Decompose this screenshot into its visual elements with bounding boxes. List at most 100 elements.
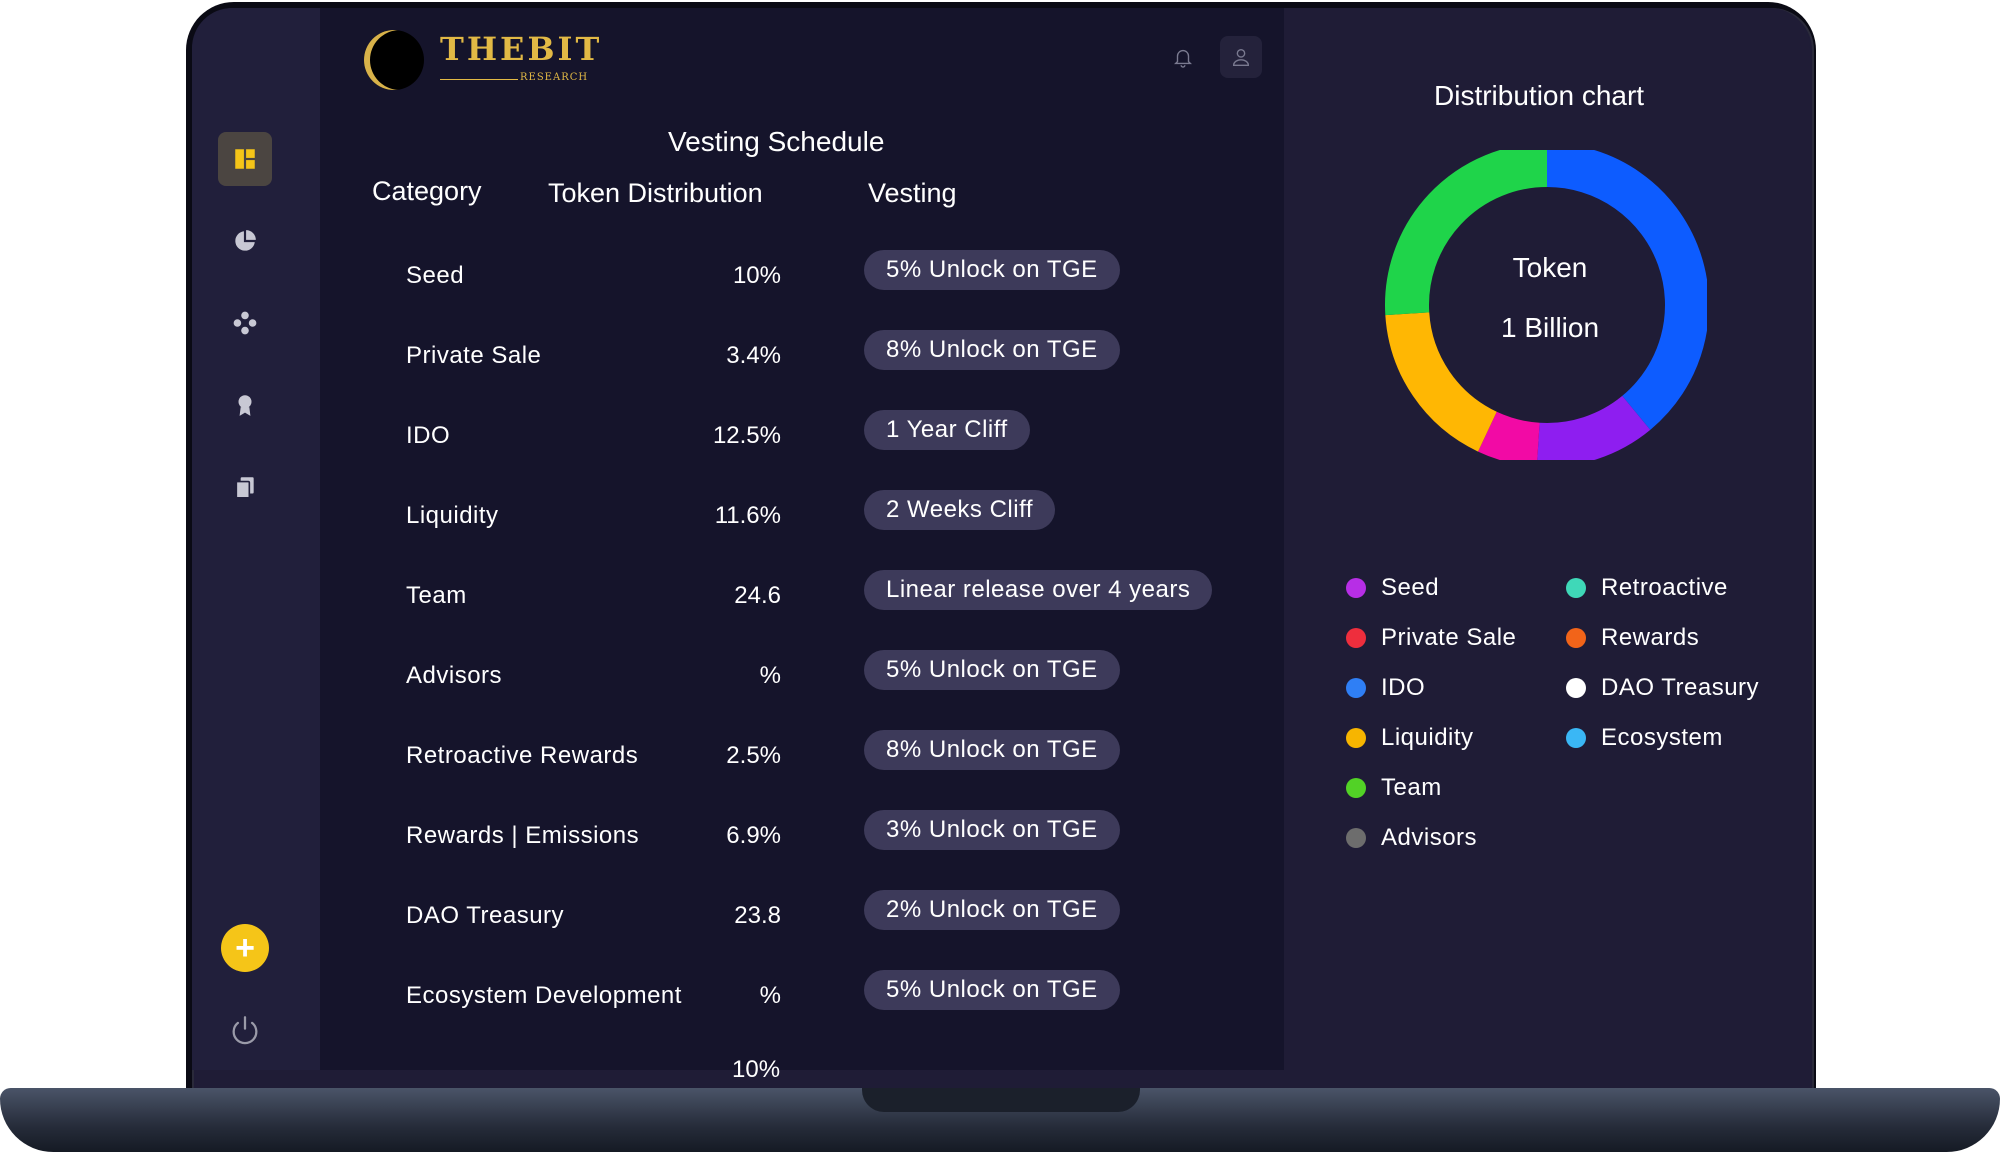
donut-slice-seed <box>1537 395 1651 460</box>
legend-swatch <box>1346 628 1366 648</box>
row-percentage: 3.4% <box>726 342 781 369</box>
legend-swatch <box>1346 728 1366 748</box>
vesting-badge[interactable]: 8% Unlock on TGE <box>864 330 1120 370</box>
legend-item: DAO Treasury <box>1566 674 1759 702</box>
vesting-badge[interactable]: 5% Unlock on TGE <box>864 970 1120 1010</box>
table-row: Retroactive Rewards 2.5% 8% Unlock on TGE <box>406 730 1206 776</box>
legend-item: Seed <box>1346 574 1439 602</box>
donut-center-value: 1 Billion <box>1500 312 1600 343</box>
nav-documents[interactable] <box>218 460 272 514</box>
col-vesting: Vesting <box>868 178 957 208</box>
brand-logo-icon[interactable] <box>364 30 424 90</box>
legend-item: Team <box>1346 774 1442 802</box>
nav-analytics[interactable] <box>218 214 272 268</box>
legend-label: Team <box>1381 774 1442 801</box>
row-percentage: 24.6 <box>734 582 781 609</box>
table-row: DAO Treasury 23.8 2% Unlock on TGE <box>406 890 1206 936</box>
pie-chart-icon <box>235 230 256 251</box>
row-percentage: 6.9% <box>726 822 781 849</box>
legend-swatch <box>1566 678 1586 698</box>
row-percentage: 11.6% <box>714 502 781 529</box>
legend-label: Liquidity <box>1381 724 1474 751</box>
dashboard-icon <box>235 149 255 169</box>
row-category: IDO <box>406 422 451 449</box>
vesting-badge[interactable]: 3% Unlock on TGE <box>864 810 1120 850</box>
row-percentage: % <box>759 982 781 1009</box>
vesting-badge[interactable]: 1 Year Cliff <box>864 410 1030 450</box>
legend-item: Liquidity <box>1346 724 1474 752</box>
brand-name: THEBIT <box>440 30 603 68</box>
row-percentage: 12.5% <box>712 422 781 449</box>
legend-label: DAO Treasury <box>1601 674 1760 701</box>
legend-swatch <box>1346 678 1366 698</box>
table-row: Private Sale 3.4% 8% Unlock on TGE <box>406 330 1206 376</box>
distribution-title: Distribution chart <box>1434 80 1645 111</box>
legend-swatch <box>1346 778 1366 798</box>
vesting-badge[interactable]: 5% Unlock on TGE <box>864 250 1120 290</box>
donut-slice-private-sale <box>1478 411 1541 460</box>
table-row: Rewards | Emissions 6.9% 3% Unlock on TGE <box>406 810 1206 856</box>
row-percentage: % <box>759 662 781 689</box>
legend-swatch <box>1346 828 1366 848</box>
distribution-donut-chart <box>1385 150 1707 460</box>
legend-label: IDO <box>1381 674 1426 701</box>
legend-item: IDO <box>1346 674 1425 702</box>
legend-item: Retroactive <box>1566 574 1728 602</box>
table-row: IDO 12.5% 1 Year Cliff <box>406 410 1206 456</box>
vesting-title: Vesting Schedule <box>668 126 885 157</box>
legend-item: Rewards <box>1566 624 1699 652</box>
table-row: Team 24.6 Linear release over 4 years <box>406 570 1213 616</box>
tokens-icon <box>233 311 257 335</box>
nav-dashboard[interactable] <box>218 132 272 186</box>
award-icon <box>238 395 252 416</box>
documents-icon <box>235 477 254 499</box>
donut-slice-team <box>1385 150 1548 316</box>
legend-item: Advisors <box>1346 824 1477 852</box>
nav-rewards[interactable] <box>218 378 272 432</box>
cutoff-value: 10% <box>732 1056 781 1083</box>
row-category: DAO Treasury <box>406 902 565 929</box>
legend-label: Retroactive <box>1601 574 1728 601</box>
table-row: Liquidity 11.6% 2 Weeks Cliff <box>406 490 1206 536</box>
vesting-badge[interactable]: 5% Unlock on TGE <box>864 650 1120 690</box>
row-category: Private Sale <box>406 342 542 369</box>
row-percentage: 2.5% <box>726 742 781 769</box>
legend-label: Seed <box>1381 574 1440 601</box>
vesting-badge[interactable]: 2% Unlock on TGE <box>864 890 1120 930</box>
row-percentage: 23.8 <box>734 902 781 929</box>
row-category: Seed <box>406 262 465 289</box>
table-row: Ecosystem Development% 5% Unlock on TGE <box>406 970 1206 1016</box>
vesting-badge[interactable]: 8% Unlock on TGE <box>864 730 1120 770</box>
legend-swatch <box>1346 578 1366 598</box>
table-row: Advisors% 5% Unlock on TGE <box>406 650 1206 696</box>
nav-tokens[interactable] <box>218 296 272 350</box>
legend-swatch <box>1566 628 1586 648</box>
legend-item: Private Sale <box>1346 624 1516 652</box>
legend-label: Private Sale <box>1381 624 1517 651</box>
laptop-notch <box>862 1088 1140 1112</box>
brand-subtitle: RESEARCH <box>520 72 589 83</box>
row-category: Advisors <box>406 662 503 689</box>
profile-button[interactable] <box>1220 36 1262 78</box>
legend-swatch <box>1566 578 1586 598</box>
col-category: Category <box>372 176 482 206</box>
power-icon[interactable] <box>228 1013 262 1047</box>
brand-divider <box>440 79 518 80</box>
row-category: Rewards | Emissions <box>406 822 640 849</box>
col-distribution: Token Distribution <box>548 178 763 208</box>
add-button[interactable]: + <box>221 924 269 972</box>
legend-label: Rewards <box>1601 624 1700 651</box>
donut-center-label: Token <box>1512 252 1588 283</box>
table-row: Seed 10% 5% Unlock on TGE <box>406 250 1206 296</box>
row-category: Team <box>406 582 467 609</box>
bell-icon[interactable] <box>1172 46 1194 68</box>
row-category: Retroactive Rewards <box>406 742 639 769</box>
vesting-badge[interactable]: Linear release over 4 years <box>864 570 1213 610</box>
row-percentage: 10% <box>732 262 781 289</box>
legend-item: Ecosystem <box>1566 724 1723 752</box>
vesting-badge[interactable]: 2 Weeks Cliff <box>864 490 1055 530</box>
user-icon <box>1232 48 1250 66</box>
legend-swatch <box>1566 728 1586 748</box>
legend-label: Ecosystem <box>1601 724 1723 751</box>
donut-slice-ido <box>1546 150 1707 430</box>
